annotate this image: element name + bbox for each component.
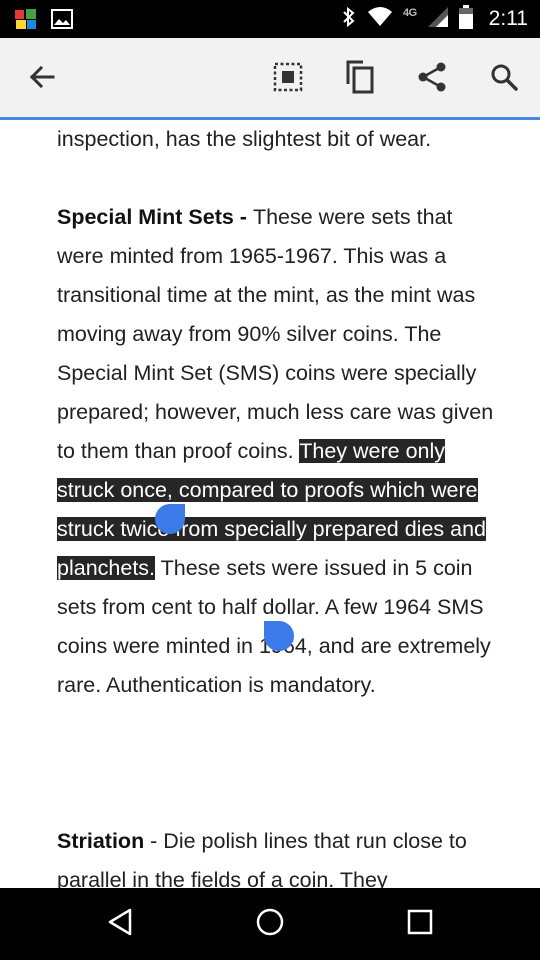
- search-button[interactable]: [482, 57, 526, 101]
- nav-back-icon: [106, 907, 134, 942]
- bluetooth-icon: [341, 6, 357, 33]
- selection-start-handle[interactable]: [155, 504, 185, 534]
- app-notification-icon: [14, 7, 38, 36]
- article-content[interactable]: inspection, has the slightest bit of wea…: [0, 123, 540, 888]
- navigation-bar: [0, 888, 540, 960]
- term-special-mint-sets: Special Mint Sets -: [57, 205, 253, 229]
- selection-end-handle[interactable]: [264, 621, 294, 651]
- share-icon: [417, 62, 447, 97]
- select-all-icon: [273, 62, 303, 97]
- nav-home-button[interactable]: [248, 902, 292, 946]
- action-toolbar: [0, 38, 540, 120]
- status-bar: 4G 2:11: [0, 0, 540, 38]
- nav-recents-icon: [406, 908, 434, 941]
- back-button[interactable]: [20, 57, 64, 101]
- select-all-button[interactable]: [266, 57, 310, 101]
- paragraph-inspection: inspection, has the slightest bit of wea…: [57, 127, 432, 151]
- paragraph-striation: Striation - Die polish lines that run cl…: [57, 822, 497, 888]
- copy-button[interactable]: [338, 57, 382, 101]
- nav-recents-button[interactable]: [398, 902, 442, 946]
- term-striation: Striation: [57, 829, 145, 853]
- network-type-label: 4G: [402, 7, 417, 19]
- battery-icon: [458, 4, 473, 34]
- image-notification-icon: [50, 7, 74, 36]
- search-icon: [490, 63, 518, 96]
- wifi-icon: [367, 6, 393, 33]
- back-arrow-icon: [28, 63, 56, 96]
- nav-back-button[interactable]: [98, 902, 142, 946]
- share-button[interactable]: [410, 57, 454, 101]
- copy-icon: [345, 60, 375, 99]
- status-clock: 2:11: [488, 7, 528, 30]
- cell-signal-icon: [427, 6, 449, 33]
- definition-text: These were sets that were minted from 19…: [57, 205, 494, 463]
- nav-home-icon: [255, 907, 285, 942]
